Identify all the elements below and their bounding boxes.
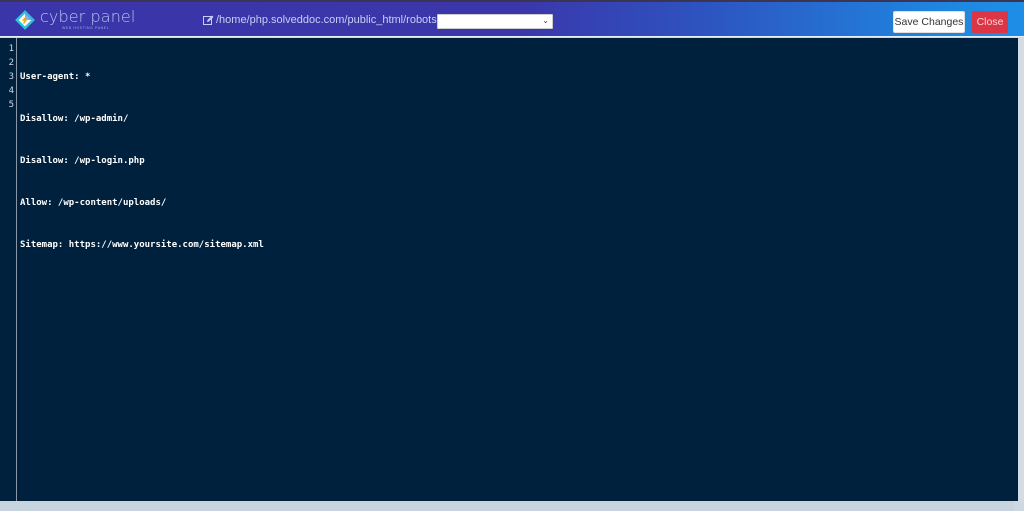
code-content[interactable]: User-agent: * Disallow: /wp-admin/ Disal… — [20, 42, 264, 280]
edit-icon — [203, 15, 214, 26]
save-changes-button[interactable]: Save Changes — [893, 11, 965, 33]
horizontal-scrollbar[interactable] — [0, 501, 1014, 511]
line-number: 1 — [8, 44, 14, 54]
line-number-gutter: 1 2 3 4 5 — [0, 38, 17, 501]
close-button[interactable]: Close — [972, 11, 1008, 33]
code-line[interactable]: Allow: /wp-content/uploads/ — [20, 196, 264, 210]
cyberpanel-logo-icon — [14, 9, 36, 31]
code-line[interactable]: Disallow: /wp-login.php — [20, 154, 264, 168]
file-path-text: /home/php.solveddoc.com/public_html/robo… — [216, 14, 452, 26]
editor-header: cyber panel WEB HOSTING PANEL /home/php.… — [0, 0, 1024, 37]
code-line[interactable]: Disallow: /wp-admin/ — [20, 112, 264, 126]
code-editor[interactable]: 1 2 3 4 5 User-agent: * Disallow: /wp-ad… — [0, 38, 1018, 501]
code-line[interactable]: Sitemap: https://www.yoursite.com/sitema… — [20, 238, 264, 252]
line-number: 3 — [8, 72, 14, 82]
line-number: 2 — [8, 58, 14, 68]
line-number: 5 — [8, 100, 14, 110]
code-line[interactable]: User-agent: * — [20, 70, 264, 84]
line-number: 4 — [8, 86, 14, 96]
file-editor-page: cyber panel WEB HOSTING PANEL /home/php.… — [0, 0, 1024, 511]
file-path-label: /home/php.solveddoc.com/public_html/robo… — [203, 14, 451, 26]
vertical-scrollbar[interactable] — [1018, 38, 1024, 501]
logo-text: cyber panel — [40, 7, 136, 26]
cyberpanel-logo: cyber panel WEB HOSTING PANEL — [14, 8, 135, 31]
editor-theme-select[interactable]: ⌄ — [437, 14, 553, 29]
logo-tagline: WEB HOSTING PANEL — [62, 26, 110, 30]
chevron-down-icon: ⌄ — [542, 16, 549, 25]
